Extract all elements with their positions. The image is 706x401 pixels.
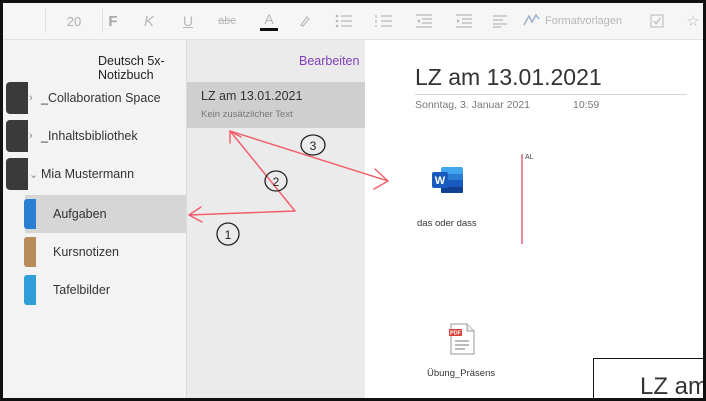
page-item-subtitle: Kein zusätzlicher Text <box>201 109 293 120</box>
checkbox-icon[interactable] <box>647 9 667 33</box>
page-item[interactable]: LZ am 13.01.2021 Kein zusätzlicher Text <box>187 82 365 128</box>
font-size-field[interactable]: 20 <box>45 9 103 33</box>
section-group-collaboration-space[interactable]: › _Collaboration Space <box>25 80 186 116</box>
strikethrough-button[interactable]: abc <box>213 9 241 33</box>
outdent-icon[interactable] <box>413 9 435 33</box>
svg-text:W: W <box>435 175 446 187</box>
chevron-right-icon: › <box>29 92 33 104</box>
section-tafelbilder[interactable]: Tafelbilder <box>25 271 186 309</box>
section-group-label: _Collaboration Space <box>41 91 161 105</box>
title-divider <box>415 94 687 95</box>
section-color-tab <box>24 199 36 229</box>
onenote-window: 20 F K U abc A Formatvorlagen ☆ Deutsch … <box>0 0 706 401</box>
underline-button[interactable]: U <box>178 9 198 33</box>
section-label: Tafelbilder <box>53 283 110 297</box>
page-preview-thumbnail: LZ am <box>593 358 706 400</box>
section-group-label: _Inhaltsbibliothek <box>41 129 138 143</box>
pages-panel: Bearbeiten LZ am 13.01.2021 Kein zusätzl… <box>186 40 366 398</box>
edit-button[interactable]: Bearbeiten <box>299 54 359 68</box>
formatting-toolbar: 20 F K U abc A Formatvorlagen ☆ <box>3 3 703 40</box>
pen-icon <box>523 13 541 30</box>
styles-label: Formatvorlagen <box>545 15 623 27</box>
sections-panel: Deutsch 5x-Notizbuch › _Collaboration Sp… <box>3 40 186 398</box>
section-kursnotizen[interactable]: Kursnotizen <box>25 233 186 271</box>
section-label: Aufgaben <box>53 207 107 221</box>
section-label: Kursnotizen <box>53 245 120 259</box>
section-color-tab <box>24 237 36 267</box>
italic-button[interactable]: K <box>139 9 159 33</box>
word-file-icon[interactable]: W <box>431 165 465 195</box>
align-icon[interactable] <box>489 9 511 33</box>
numbered-list-icon[interactable] <box>373 9 395 33</box>
ink-stroke <box>521 154 523 244</box>
bold-button[interactable]: F <box>103 9 123 33</box>
section-group-mia-mustermann[interactable]: ⌄ Mia Mustermann <box>25 156 186 192</box>
page-time: 10:59 <box>573 99 600 111</box>
margin-mark: AL <box>525 154 534 161</box>
page-title[interactable]: LZ am 13.01.2021 <box>415 64 602 91</box>
indent-icon[interactable] <box>453 9 475 33</box>
chevron-right-icon: › <box>29 130 33 142</box>
section-color-tab <box>24 275 36 305</box>
chevron-down-icon: ⌄ <box>29 168 39 181</box>
pdf-file-label[interactable]: Übung_Präsens <box>427 368 495 379</box>
bullet-list-icon[interactable] <box>333 9 355 33</box>
notebook-title: Deutsch 5x-Notizbuch <box>98 54 165 82</box>
section-aufgaben[interactable]: Aufgaben <box>25 195 186 233</box>
page-canvas[interactable]: LZ am 13.01.2021 Sonntag, 3. Januar 2021… <box>365 40 706 400</box>
page-date: Sonntag, 3. Januar 2021 <box>415 99 531 111</box>
highlighter-icon[interactable] <box>295 9 315 33</box>
svg-text:PDF: PDF <box>450 331 462 337</box>
word-file-label[interactable]: das oder dass <box>417 218 477 229</box>
font-color-button[interactable]: A <box>259 9 279 33</box>
star-icon[interactable]: ☆ <box>683 9 703 33</box>
font-color-swatch <box>260 28 278 31</box>
section-group-inhaltsbibliothek[interactable]: › _Inhaltsbibliothek <box>25 118 186 154</box>
font-color-label: A <box>264 11 274 27</box>
page-item-title: LZ am 13.01.2021 <box>201 89 303 103</box>
section-group-label: Mia Mustermann <box>41 167 135 181</box>
styles-button[interactable]: Formatvorlagen <box>523 9 643 33</box>
pdf-file-icon[interactable]: PDF <box>449 323 475 355</box>
preview-title: LZ am <box>640 373 706 400</box>
